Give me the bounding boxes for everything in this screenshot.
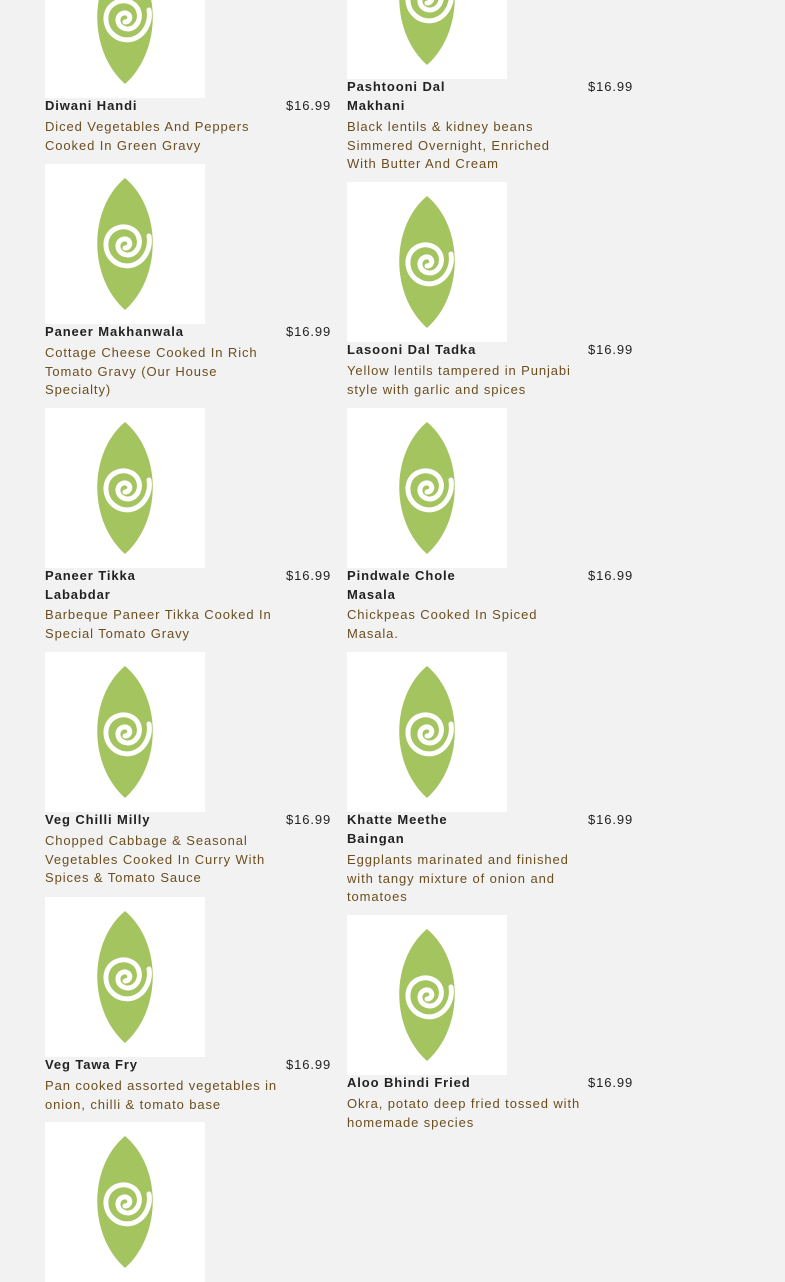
- item-price: $16.99: [588, 812, 634, 827]
- leaf-spiral-logo-icon: [45, 1122, 205, 1282]
- leaf-spiral-logo-icon: [347, 182, 507, 342]
- item-name[interactable]: Paneer Makhanwala: [45, 323, 215, 342]
- leaf-spiral-logo-icon: [45, 652, 205, 812]
- leaf-spiral-logo-icon: [45, 897, 205, 1057]
- item-image[interactable]: [347, 915, 507, 1075]
- item-image[interactable]: [347, 408, 507, 568]
- item-price: $16.99: [286, 568, 332, 583]
- item-price: $16.99: [588, 79, 634, 94]
- item-name[interactable]: Veg Tawa Fry: [45, 1056, 215, 1075]
- item-description: Eggplants marinated and finished with ta…: [347, 852, 569, 905]
- item-name[interactable]: Pindwale Chole Masala: [347, 567, 467, 604]
- item-price: $16.99: [286, 812, 332, 827]
- item-image[interactable]: [347, 652, 507, 812]
- item-name[interactable]: Paneer Tikka Lababdar: [45, 567, 155, 604]
- item-name[interactable]: Pashtooni Dal Makhani: [347, 78, 457, 115]
- item-price: $16.99: [588, 568, 634, 583]
- item-name[interactable]: Khatte Meethe Baingan: [347, 811, 467, 848]
- item-name[interactable]: Lasooni Dal Tadka: [347, 341, 517, 360]
- item-description: Chopped Cabbage & Seasonal Vegetables Co…: [45, 833, 266, 886]
- item-image[interactable]: [45, 1122, 205, 1282]
- item-price: $16.99: [286, 324, 332, 339]
- leaf-spiral-logo-icon: [347, 915, 507, 1075]
- item-name[interactable]: Diwani Handi: [45, 97, 185, 116]
- item-description: Barbeque Paneer Tikka Cooked In Special …: [45, 607, 272, 641]
- leaf-spiral-logo-icon: [45, 0, 205, 98]
- item-description: Diced Vegetables And Peppers Cooked In G…: [45, 119, 250, 153]
- item-description: Black lentils & kidney beans Simmered Ov…: [347, 119, 550, 172]
- item-price: $16.99: [588, 342, 634, 357]
- item-image[interactable]: [45, 652, 205, 812]
- item-description: Cottage Cheese Cooked In Rich Tomato Gra…: [45, 345, 258, 398]
- item-name[interactable]: Aloo Bhindi Fried: [347, 1074, 517, 1093]
- item-image[interactable]: [45, 408, 205, 568]
- item-price: $16.99: [286, 1057, 332, 1072]
- leaf-spiral-logo-icon: [347, 0, 507, 79]
- item-description: Chickpeas Cooked In Spiced Masala.: [347, 607, 538, 641]
- item-description: Pan cooked assorted vegetables in onion,…: [45, 1078, 278, 1112]
- item-description: Okra, potato deep fried tossed with home…: [347, 1096, 581, 1130]
- item-image[interactable]: [45, 897, 205, 1057]
- leaf-spiral-logo-icon: [45, 408, 205, 568]
- item-image[interactable]: [45, 164, 205, 324]
- item-image[interactable]: [347, 182, 507, 342]
- item-description: Yellow lentils tampered in Punjabi style…: [347, 363, 571, 397]
- leaf-spiral-logo-icon: [45, 164, 205, 324]
- leaf-spiral-logo-icon: [347, 408, 507, 568]
- item-name[interactable]: Veg Chilli Milly: [45, 811, 215, 830]
- item-price: $16.99: [286, 98, 332, 113]
- leaf-spiral-logo-icon: [347, 652, 507, 812]
- item-image[interactable]: [45, 0, 205, 98]
- item-price: $16.99: [588, 1075, 634, 1090]
- item-image[interactable]: [347, 0, 507, 79]
